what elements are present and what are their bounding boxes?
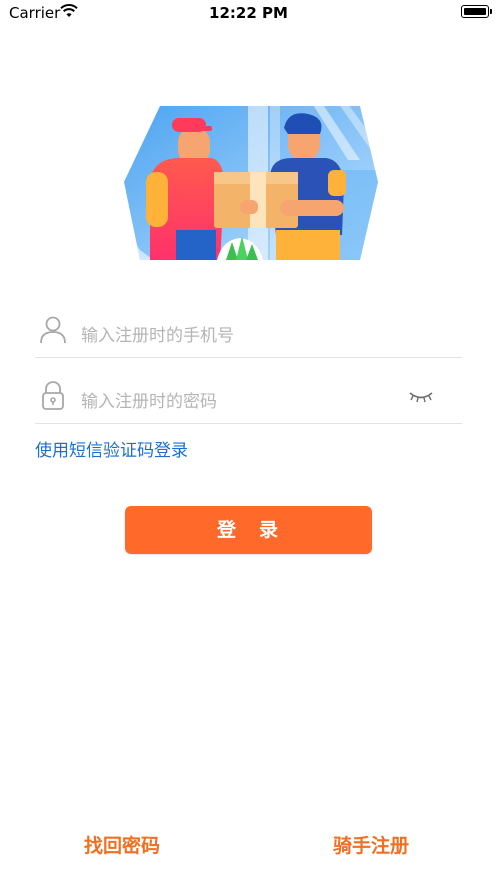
battery-icon [461,5,492,18]
eye-closed-icon[interactable] [408,390,434,404]
login-button[interactable]: 登 录 [125,506,372,554]
forgot-password-link[interactable]: 找回密码 [84,831,160,858]
phone-placeholder: 输入注册时的手机号 [81,326,234,346]
user-icon [40,316,66,344]
delivery-illustration [124,106,378,260]
sms-login-link[interactable]: 使用短信验证码登录 [35,436,188,461]
password-field[interactable]: 输入注册时的密码 [35,357,462,424]
rider-register-link[interactable]: 骑手注册 [333,831,409,858]
password-placeholder: 输入注册时的密码 [81,392,217,412]
phone-field[interactable]: 输入注册时的手机号 [35,291,462,358]
status-bar: Carrier 12:22 PM [0,0,497,28]
status-time: 12:22 PM [209,4,288,22]
lock-icon [42,381,64,410]
